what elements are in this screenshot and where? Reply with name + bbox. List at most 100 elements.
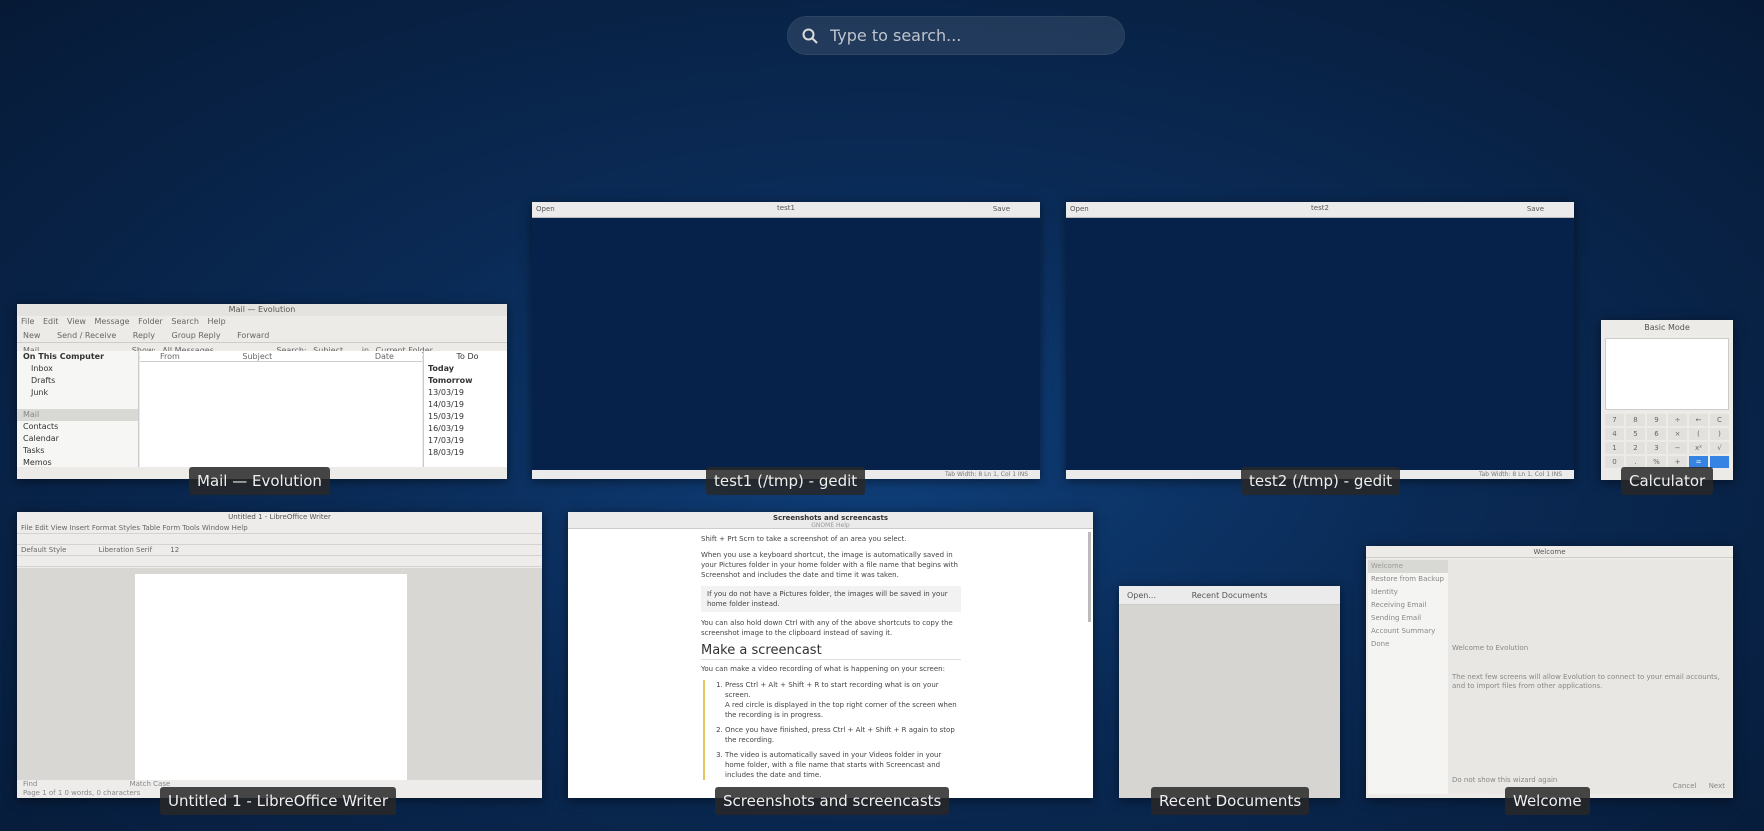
window-caption-writer[interactable]: Untitled 1 - LibreOffice Writer [160,787,397,815]
section-memos[interactable]: Memos [17,457,138,469]
menu-edit[interactable]: Edit [43,317,59,326]
key-3[interactable]: 3 [1647,442,1666,454]
group-reply-button[interactable]: Group Reply [172,331,221,340]
key-square[interactable]: x² [1689,442,1708,454]
next-button[interactable]: Next [1709,782,1725,790]
key-5[interactable]: 5 [1626,428,1645,440]
todo-item[interactable]: 14/03/19 [424,399,507,411]
key-sqrt[interactable]: √ [1710,442,1729,454]
key-0[interactable]: 0 [1605,456,1624,468]
message-list[interactable]: From Subject Date [140,351,422,467]
nav-identity[interactable]: Identity [1368,586,1448,599]
writer-window[interactable]: Untitled 1 - LibreOffice Writer File Edi… [17,512,542,798]
calculator-window[interactable]: Basic Mode 7 8 9 ÷ ← C 4 5 6 × ( ) 1 2 3… [1601,320,1733,480]
window-title: Welcome [1366,546,1733,558]
window-caption-evolution[interactable]: Mail — Evolution [189,467,330,495]
window-caption-help[interactable]: Screenshots and screencasts [715,787,950,815]
key-divide[interactable]: ÷ [1668,414,1687,426]
folder-on-this-computer[interactable]: On This Computer [17,351,138,363]
wizard-heading: Welcome to Evolution [1452,644,1529,652]
key-clear[interactable]: C [1710,414,1729,426]
window-caption-gedit-test2[interactable]: test2 (/tmp) - gedit [1241,467,1401,495]
nav-restore[interactable]: Restore from Backup [1368,573,1448,586]
gedit-window-test1[interactable]: Open test1 Save Tab Width: 8 Ln 1, Col 1… [532,202,1040,479]
reply-button[interactable]: Reply [133,331,155,340]
formatting-toolbar: Default Style Liberation Serif 12 [17,545,542,556]
document-page[interactable] [135,574,407,784]
evolution-window[interactable]: Mail — Evolution File Edit View Message … [17,304,507,479]
search-icon [802,28,818,44]
nav-summary[interactable]: Account Summary [1368,625,1448,638]
save-button[interactable]: Save [1527,205,1544,213]
search-bar[interactable] [787,16,1125,55]
font-name-select[interactable]: Liberation Serif [99,546,152,554]
window-title: Screenshots and screencasts [773,514,888,522]
menu-bar[interactable]: File Edit View Insert Format Styles Tabl… [17,523,542,534]
key-multiply[interactable]: × [1668,428,1687,440]
search-input[interactable] [830,26,1110,45]
window-caption-recent[interactable]: Recent Documents [1151,787,1310,815]
column-subject[interactable]: Subject [242,352,272,361]
folder-inbox[interactable]: Inbox [17,363,138,375]
window-title: test1 [777,204,795,212]
todo-item[interactable]: 18/03/19 [424,447,507,459]
key-1[interactable]: 1 [1605,442,1624,454]
todo-item[interactable]: 17/03/19 [424,435,507,447]
nav-done[interactable]: Done [1368,638,1448,651]
paragraph: You can also hold down Ctrl with any of … [701,619,953,637]
section-tasks[interactable]: Tasks [17,445,138,457]
key-backspace[interactable]: ← [1689,414,1708,426]
todo-item[interactable]: Today [424,363,507,375]
find-input[interactable]: Find [23,780,37,788]
key-7[interactable]: 7 [1605,414,1624,426]
key-6[interactable]: 6 [1647,428,1666,440]
key-8[interactable]: 8 [1626,414,1645,426]
todo-item[interactable]: Tomorrow [424,375,507,387]
send-receive-button[interactable]: Send / Receive [57,331,116,340]
section-mail[interactable]: Mail [17,409,138,421]
new-button[interactable]: New [23,331,40,340]
key-open-paren[interactable]: ( [1689,428,1708,440]
nav-welcome[interactable]: Welcome [1368,560,1448,573]
menu-view[interactable]: View [67,317,86,326]
column-from[interactable]: From [160,352,180,361]
section-calendar[interactable]: Calendar [17,433,138,445]
key-4[interactable]: 4 [1605,428,1624,440]
todo-item[interactable]: 13/03/19 [424,387,507,399]
recent-documents-window[interactable]: Open... Recent Documents [1119,586,1340,798]
help-window[interactable]: Screenshots and screencasts GNOME Help S… [568,512,1093,798]
window-caption-gedit-test1[interactable]: test1 (/tmp) - gedit [706,467,866,495]
key-close-paren[interactable]: ) [1710,428,1729,440]
toolbar: New Send / Receive Reply Group Reply For… [17,328,507,343]
welcome-window[interactable]: Welcome Welcome Restore from Backup Iden… [1366,546,1733,798]
key-minus[interactable]: − [1668,442,1687,454]
menu-file[interactable]: File [21,317,34,326]
key-2[interactable]: 2 [1626,442,1645,454]
window-title: Untitled 1 - LibreOffice Writer [228,513,331,521]
menu-help[interactable]: Help [207,317,225,326]
font-size-select[interactable]: 12 [170,546,179,554]
dont-show-checkbox[interactable]: Do not show this wizard again [1452,776,1557,784]
nav-receiving[interactable]: Receiving Email [1368,599,1448,612]
forward-button[interactable]: Forward [237,331,269,340]
menu-message[interactable]: Message [95,317,130,326]
scrollbar[interactable] [1088,532,1091,622]
menu-folder[interactable]: Folder [138,317,163,326]
key-equals-extension[interactable] [1710,456,1729,468]
menu-search[interactable]: Search [171,317,198,326]
folder-drafts[interactable]: Drafts [17,375,138,387]
cancel-button[interactable]: Cancel [1673,782,1697,790]
gedit-window-test2[interactable]: Open test2 Save Tab Width: 8 Ln 1, Col 1… [1066,202,1574,479]
column-date[interactable]: Date [375,352,394,361]
todo-item[interactable]: 16/03/19 [424,423,507,435]
paragraph-style-select[interactable]: Default Style [21,546,66,554]
wizard-buttons: Cancel Next [1663,782,1725,790]
save-button[interactable]: Save [993,205,1010,213]
folder-junk[interactable]: Junk [17,387,138,399]
section-contacts[interactable]: Contacts [17,421,138,433]
window-caption-welcome[interactable]: Welcome [1505,787,1590,815]
nav-sending[interactable]: Sending Email [1368,612,1448,625]
window-caption-calculator[interactable]: Calculator [1621,467,1714,495]
todo-item[interactable]: 15/03/19 [424,411,507,423]
key-9[interactable]: 9 [1647,414,1666,426]
